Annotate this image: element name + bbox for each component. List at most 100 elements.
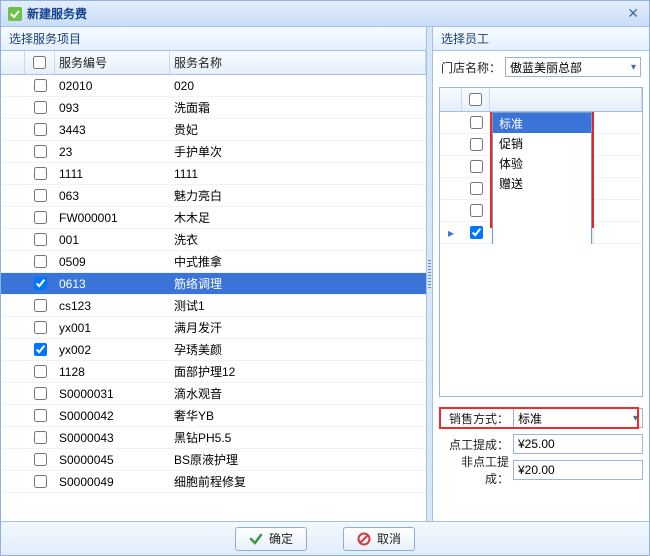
row-check-cell[interactable]: [25, 255, 55, 268]
store-select[interactable]: 傲蓝美丽总部 ▾: [505, 57, 641, 77]
row-checkbox[interactable]: [470, 204, 483, 217]
sale-mode-select[interactable]: 标准 ▾: [513, 408, 643, 428]
service-name-cell: 020: [170, 79, 426, 93]
row-check-cell[interactable]: [462, 160, 490, 173]
row-check-cell[interactable]: [25, 409, 55, 422]
cancel-button[interactable]: 取消: [343, 527, 415, 551]
service-code-cell: 1128: [55, 365, 170, 379]
table-row[interactable]: 063魅力亮白: [1, 185, 426, 207]
table-row[interactable]: FW000001木木足: [1, 207, 426, 229]
dropdown-item[interactable]: 体验: [493, 153, 591, 173]
row-check-cell[interactable]: [25, 167, 55, 180]
row-checkbox[interactable]: [34, 299, 47, 312]
row-check-cell[interactable]: [25, 211, 55, 224]
col-emp-rest: [490, 88, 642, 111]
table-row[interactable]: 093洗面霜: [1, 97, 426, 119]
noncommission-value: ¥20.00: [518, 463, 555, 477]
check-all-employees[interactable]: [469, 93, 482, 106]
row-check-cell[interactable]: [25, 343, 55, 356]
dropdown-item[interactable]: 标准: [493, 113, 591, 133]
row-checkbox[interactable]: [34, 277, 47, 290]
table-row[interactable]: S0000031滴水观音: [1, 383, 426, 405]
row-check-cell[interactable]: [25, 79, 55, 92]
row-check-cell[interactable]: [25, 277, 55, 290]
service-grid-body[interactable]: 02010020093洗面霜3443贵妃23手护单次11111111063魅力亮…: [1, 75, 426, 521]
col-service-code[interactable]: 服务编号: [55, 51, 170, 74]
app-icon: [7, 6, 23, 22]
ok-button[interactable]: 确定: [235, 527, 307, 551]
row-checkbox[interactable]: [34, 431, 47, 444]
row-checkbox[interactable]: [34, 255, 47, 268]
close-icon[interactable]: ✕: [623, 5, 643, 22]
row-check-cell[interactable]: [25, 453, 55, 466]
row-checkbox[interactable]: [470, 116, 483, 129]
row-checkbox[interactable]: [34, 387, 47, 400]
dropdown-item[interactable]: 赠送: [493, 173, 591, 193]
table-row[interactable]: ▸0613筋络调理: [1, 273, 426, 295]
table-row[interactable]: 23手护单次: [1, 141, 426, 163]
table-row[interactable]: 001洗衣: [1, 229, 426, 251]
service-code-cell: 3443: [55, 123, 170, 137]
row-checkbox[interactable]: [34, 79, 47, 92]
table-row[interactable]: yx001满月发汗: [1, 317, 426, 339]
row-checkbox[interactable]: [34, 101, 47, 114]
row-checkbox[interactable]: [470, 160, 483, 173]
row-checkbox[interactable]: [34, 343, 47, 356]
row-checkbox[interactable]: [34, 167, 47, 180]
row-check-cell[interactable]: [462, 116, 490, 129]
service-name-cell: 中式推拿: [170, 253, 426, 270]
table-row[interactable]: S0000043黑钻PH5.5: [1, 427, 426, 449]
check-icon: [249, 532, 263, 546]
table-row[interactable]: 11111111: [1, 163, 426, 185]
check-all-services[interactable]: [33, 56, 46, 69]
row-checkbox[interactable]: [34, 145, 47, 158]
row-checkbox[interactable]: [34, 475, 47, 488]
table-row[interactable]: 0509中式推拿: [1, 251, 426, 273]
row-checkbox[interactable]: [34, 409, 47, 422]
row-checkbox[interactable]: [34, 233, 47, 246]
row-checkbox[interactable]: [34, 321, 47, 334]
noncommission-field[interactable]: ¥20.00: [513, 460, 643, 480]
commission-field[interactable]: ¥25.00: [513, 434, 643, 454]
col-emp-check-all[interactable]: [462, 88, 490, 111]
row-checkbox[interactable]: [34, 123, 47, 136]
row-check-cell[interactable]: [462, 226, 490, 239]
row-check-cell[interactable]: [25, 123, 55, 136]
employee-grid-body[interactable]: 0标准促销体验赠送: [440, 112, 642, 244]
dropdown-item[interactable]: 促销: [493, 133, 591, 153]
table-row[interactable]: S0000042奢华YB: [1, 405, 426, 427]
sale-mode-dropdown-list[interactable]: 标准促销体验赠送: [492, 112, 592, 244]
row-check-cell[interactable]: [25, 475, 55, 488]
row-checkbox[interactable]: [34, 453, 47, 466]
service-name-cell: 魅力亮白: [170, 187, 426, 204]
row-check-cell[interactable]: [462, 138, 490, 151]
row-check-cell[interactable]: [25, 365, 55, 378]
service-code-cell: yx001: [55, 321, 170, 335]
row-checkbox[interactable]: [34, 189, 47, 202]
row-checkbox[interactable]: [470, 226, 483, 239]
row-check-cell[interactable]: [25, 145, 55, 158]
row-check-cell[interactable]: [25, 321, 55, 334]
table-row[interactable]: 3443贵妃: [1, 119, 426, 141]
table-row[interactable]: 02010020: [1, 75, 426, 97]
table-row[interactable]: 1128面部护理12: [1, 361, 426, 383]
table-row[interactable]: yx002孕琇美颜: [1, 339, 426, 361]
col-check-all[interactable]: [25, 51, 55, 74]
table-row[interactable]: cs123测试1: [1, 295, 426, 317]
row-check-cell[interactable]: [25, 189, 55, 202]
table-row[interactable]: S0000045BS原液护理: [1, 449, 426, 471]
col-service-name[interactable]: 服务名称: [170, 51, 426, 74]
row-check-cell[interactable]: [25, 431, 55, 444]
right-pane-title: 选择员工: [433, 27, 649, 51]
row-check-cell[interactable]: [25, 299, 55, 312]
row-checkbox[interactable]: [470, 138, 483, 151]
row-check-cell[interactable]: [25, 233, 55, 246]
row-check-cell[interactable]: [25, 387, 55, 400]
row-checkbox[interactable]: [34, 211, 47, 224]
row-checkbox[interactable]: [470, 182, 483, 195]
row-check-cell[interactable]: [462, 182, 490, 195]
row-check-cell[interactable]: [25, 101, 55, 114]
row-check-cell[interactable]: [462, 204, 490, 217]
table-row[interactable]: S0000049细胞前程修复: [1, 471, 426, 493]
row-checkbox[interactable]: [34, 365, 47, 378]
